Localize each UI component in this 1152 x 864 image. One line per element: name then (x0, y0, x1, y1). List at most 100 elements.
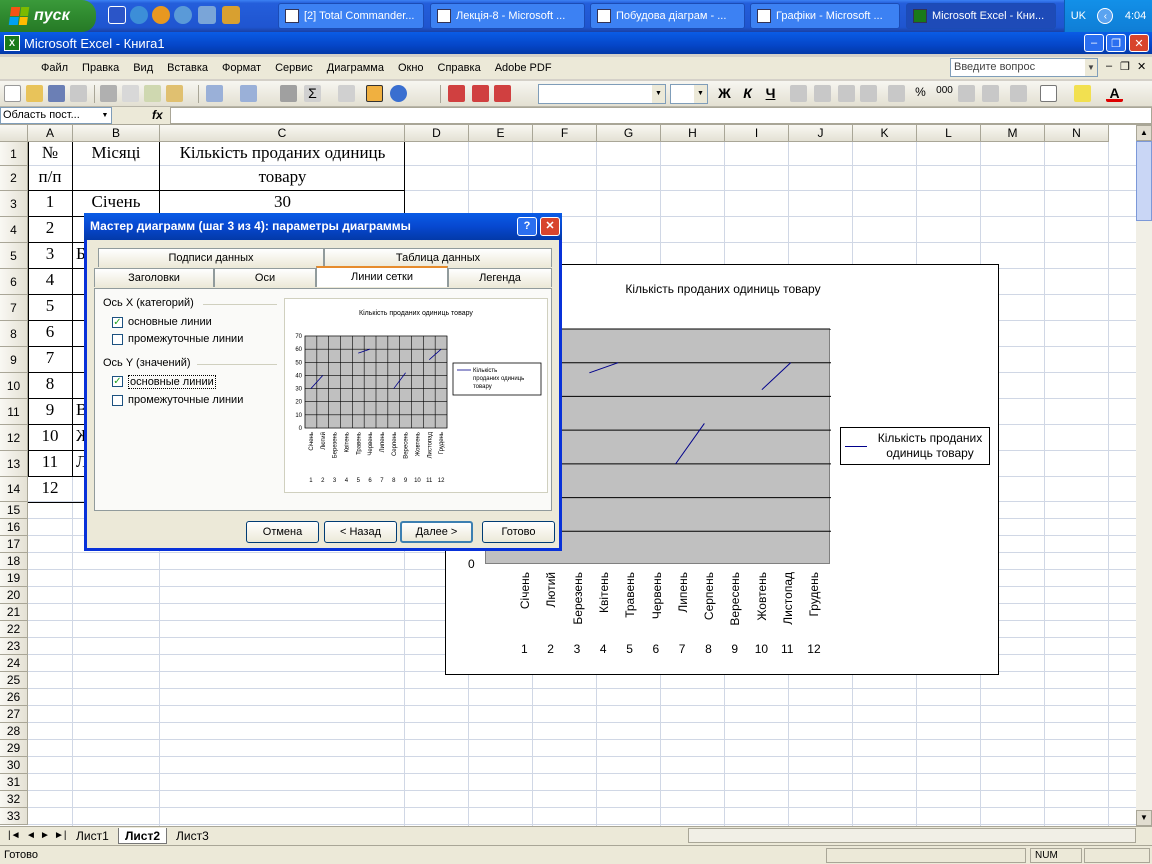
cell-a9[interactable]: 7 (28, 348, 72, 368)
row-header-21[interactable]: 21 (0, 604, 28, 621)
cell-a12[interactable]: 10 (28, 426, 72, 446)
doc-minimize-icon[interactable]: – (1106, 60, 1112, 72)
word-quicklaunch-icon[interactable] (108, 6, 126, 24)
doc-close-icon[interactable]: ✕ (1137, 60, 1146, 73)
column-header-i[interactable]: I (725, 125, 789, 142)
dialog-titlebar[interactable]: Мастер диаграмм (шаг 3 из 4): параметры … (84, 213, 562, 240)
percent-icon[interactable]: % (912, 85, 929, 102)
row-header-8[interactable]: 8 (0, 321, 28, 347)
column-header-a[interactable]: A (28, 125, 73, 142)
row-header-17[interactable]: 17 (0, 536, 28, 553)
cell-b3[interactable]: Січень (73, 192, 159, 212)
x-minor-label[interactable]: промежуточные линии (128, 333, 243, 345)
bold-icon[interactable]: Ж (716, 85, 733, 102)
chevron-down-icon[interactable]: ▼ (652, 85, 665, 103)
cell-a8[interactable]: 6 (28, 322, 72, 342)
row-header-20[interactable]: 20 (0, 587, 28, 604)
row-header-3[interactable]: 3 (0, 191, 28, 217)
new-icon[interactable] (4, 85, 21, 102)
row-header-4[interactable]: 4 (0, 217, 28, 243)
dialog-close-button[interactable]: ✕ (540, 217, 560, 236)
row-header-30[interactable]: 30 (0, 757, 28, 774)
row-header-29[interactable]: 29 (0, 740, 28, 757)
archive-quicklaunch-icon[interactable] (198, 6, 216, 24)
minimize-button[interactable]: – (1084, 34, 1104, 52)
column-header-h[interactable]: H (661, 125, 725, 142)
tool-quicklaunch-icon[interactable] (222, 6, 240, 24)
start-button[interactable]: пуск (0, 0, 96, 32)
font-size-combo[interactable]: ▼ (670, 84, 708, 104)
column-header-k[interactable]: K (853, 125, 917, 142)
sheet-tab-2[interactable]: Лист2 (118, 828, 168, 844)
row-header-15[interactable]: 15 (0, 502, 28, 519)
currency-icon[interactable] (888, 85, 905, 102)
cell-a13[interactable]: 11 (28, 452, 72, 472)
font-color-icon[interactable]: A (1106, 85, 1123, 102)
italic-icon[interactable]: К (739, 85, 756, 102)
scroll-up-icon[interactable]: ▲ (1136, 125, 1152, 141)
tab-titles[interactable]: Заголовки (94, 268, 214, 287)
fx-icon[interactable]: fx (152, 108, 163, 122)
pdf-email-icon[interactable] (472, 85, 489, 102)
cell-a6[interactable]: 4 (28, 270, 72, 290)
column-header-n[interactable]: N (1045, 125, 1109, 142)
y-major-label[interactable]: основные линии (128, 375, 216, 389)
decrease-decimal-icon[interactable] (982, 85, 999, 102)
cell-c3[interactable]: 30 (160, 192, 405, 212)
row-header-12[interactable]: 12 (0, 425, 28, 451)
row-header-10[interactable]: 10 (0, 373, 28, 399)
row-header-1[interactable]: 1 (0, 142, 28, 166)
column-header-f[interactable]: F (533, 125, 597, 142)
row-header-33[interactable]: 33 (0, 808, 28, 825)
cell-a14[interactable]: 12 (28, 478, 72, 498)
close-button[interactable]: ✕ (1129, 34, 1149, 52)
column-header-d[interactable]: D (405, 125, 469, 142)
column-header-c[interactable]: C (160, 125, 405, 142)
task-total-commander[interactable]: [2] Total Commander... (278, 3, 424, 29)
cell-b1[interactable]: Місяці (73, 143, 159, 163)
cell-a5[interactable]: 3 (28, 244, 72, 264)
row-header-28[interactable]: 28 (0, 723, 28, 740)
scroll-down-icon[interactable]: ▼ (1136, 810, 1152, 826)
row-header-32[interactable]: 32 (0, 791, 28, 808)
row-header-16[interactable]: 16 (0, 519, 28, 536)
x-major-label[interactable]: основные линии (128, 316, 212, 328)
menu-format[interactable]: Формат (215, 62, 268, 74)
tab-data-labels[interactable]: Подписи данных (98, 248, 324, 267)
indent-icon[interactable] (1010, 85, 1027, 102)
align-left-icon[interactable] (790, 85, 807, 102)
cancel-button[interactable]: Отмена (246, 521, 319, 543)
row-header-13[interactable]: 13 (0, 451, 28, 477)
tab-data-table[interactable]: Таблица данных (324, 248, 552, 267)
row-header-31[interactable]: 31 (0, 774, 28, 791)
hyperlink-icon[interactable] (280, 85, 297, 102)
row-header-22[interactable]: 22 (0, 621, 28, 638)
formula-input[interactable] (170, 107, 1152, 124)
name-box[interactable]: Область пост... ▼ (0, 107, 112, 124)
menu-insert[interactable]: Вставка (160, 62, 215, 74)
align-center-icon[interactable] (814, 85, 831, 102)
row-header-19[interactable]: 19 (0, 570, 28, 587)
tab-axes[interactable]: Оси (214, 268, 316, 287)
vertical-scrollbar[interactable]: ▲ ▼ (1136, 125, 1152, 826)
restore-button[interactable]: ❐ (1106, 34, 1126, 52)
row-header-7[interactable]: 7 (0, 295, 28, 321)
x-major-checkbox[interactable]: ✓ (112, 317, 123, 328)
ask-question-box[interactable]: Введите вопрос ▼ (950, 58, 1098, 77)
cell-c2[interactable]: товару (160, 167, 405, 187)
language-indicator[interactable]: UK (1071, 10, 1086, 22)
row-header-25[interactable]: 25 (0, 672, 28, 689)
media-player-icon[interactable] (152, 6, 170, 24)
column-header-j[interactable]: J (789, 125, 853, 142)
align-right-icon[interactable] (838, 85, 855, 102)
cell-a10[interactable]: 8 (28, 374, 72, 394)
help-icon[interactable] (390, 85, 407, 102)
sort-icon[interactable] (338, 85, 355, 102)
scroll-thumb[interactable] (1136, 141, 1152, 221)
excel-app-icon[interactable]: X (4, 35, 20, 51)
row-header-27[interactable]: 27 (0, 706, 28, 723)
row-header-24[interactable]: 24 (0, 655, 28, 672)
column-header-b[interactable]: B (73, 125, 160, 142)
row-header-18[interactable]: 18 (0, 553, 28, 570)
last-sheet-icon[interactable]: ►| (48, 828, 73, 844)
